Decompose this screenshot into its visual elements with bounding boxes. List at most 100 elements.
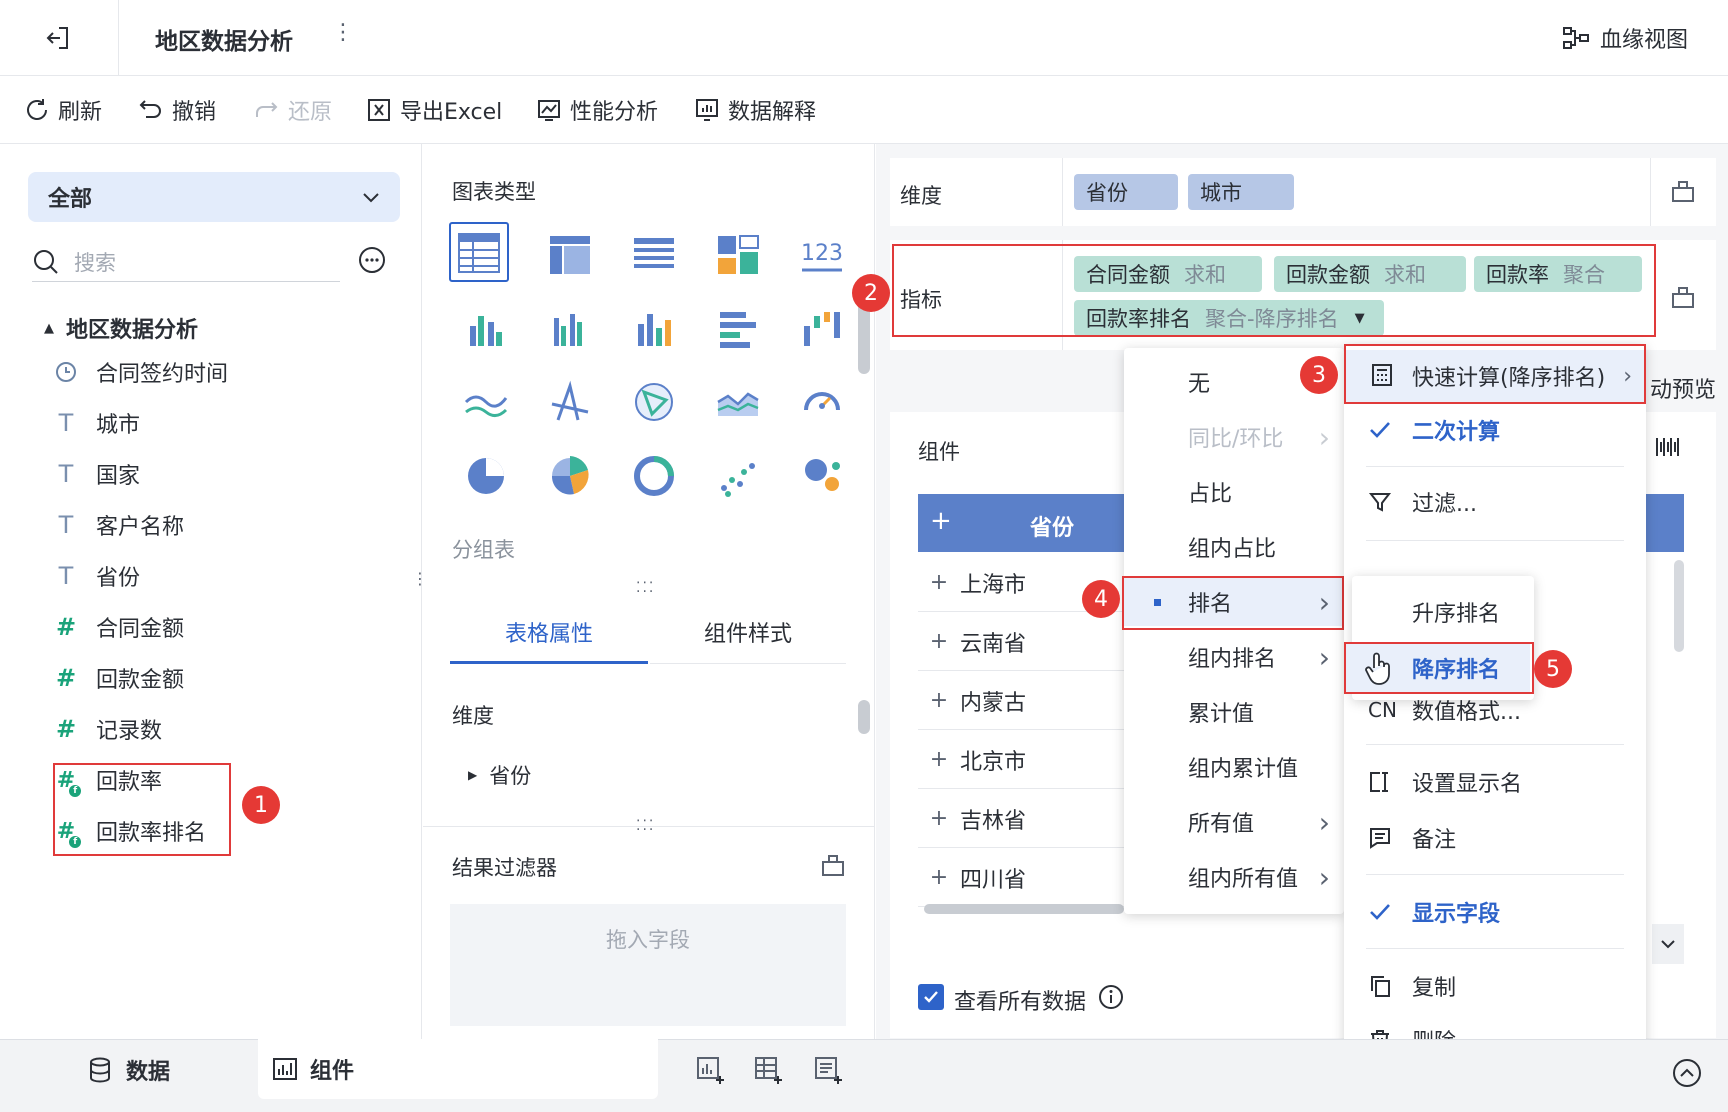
search-box[interactable]: 搜索 [32, 242, 340, 282]
radar-chart-icon[interactable] [542, 374, 598, 430]
rose-chart-icon[interactable] [542, 448, 598, 504]
table-vscrollbar[interactable] [1674, 560, 1684, 652]
rename-item[interactable]: 设置显示名 [1344, 758, 1646, 806]
undo-icon [138, 97, 164, 123]
field-item[interactable]: T 国家 [52, 454, 140, 494]
filter-drop-zone[interactable]: 拖入字段 [450, 904, 846, 1026]
field-item[interactable]: T 省份 [52, 556, 140, 596]
asc-rank-item[interactable]: 升序排名 [1352, 588, 1534, 636]
step-badge-5: 5 [1534, 650, 1572, 688]
dimension-tag-city[interactable]: 城市 [1188, 174, 1294, 210]
line-chart-icon[interactable] [458, 374, 514, 430]
note-item[interactable]: 备注 [1344, 814, 1646, 862]
gauge-chart-icon[interactable] [794, 374, 850, 430]
copy-item[interactable]: 复制 [1344, 962, 1646, 1010]
field-item[interactable]: # 合同金额 [52, 607, 184, 647]
column-chart-icon[interactable] [626, 300, 682, 356]
expand-row-icon[interactable]: + [918, 865, 960, 890]
undo-button[interactable]: 撤销 [138, 94, 216, 126]
collapse-up-icon[interactable] [1672, 1058, 1702, 1088]
expand-row-icon[interactable]: + [918, 806, 960, 831]
table-row[interactable]: + 云南省 [918, 613, 1128, 671]
expand-row-icon[interactable]: + [918, 570, 960, 595]
quick-calc-option[interactable]: 所有值 › [1124, 798, 1344, 846]
tab-component-style[interactable]: 组件样式 [650, 612, 846, 664]
pie-chart-icon[interactable] [458, 448, 514, 504]
more-icon[interactable]: ⋮ [332, 20, 354, 45]
secondary-calc-item[interactable]: 二次计算 [1344, 406, 1646, 454]
quick-calc-option[interactable]: 占比 [1124, 468, 1344, 516]
quick-calc-option[interactable]: 组内所有值 › [1124, 853, 1344, 901]
data-explain-button[interactable]: 数据解释 [694, 94, 816, 126]
ring-chart-icon[interactable] [626, 448, 682, 504]
auto-preview-label[interactable]: 动预览 [1650, 372, 1716, 404]
quick-calc-option-label: 累计值 [1188, 702, 1255, 727]
show-field-label: 显示字段 [1412, 902, 1501, 927]
waterfall-icon[interactable] [794, 300, 850, 356]
horizontal-bar-icon[interactable] [710, 300, 766, 356]
table-row[interactable]: + 北京市 [918, 731, 1128, 789]
dimension-settings-icon[interactable] [1670, 178, 1696, 204]
quick-calc-option[interactable]: 组内累计值 [1124, 743, 1344, 791]
show-field-item[interactable]: 显示字段 [1344, 888, 1646, 936]
tree-root[interactable]: ▲ 地区数据分析 [44, 312, 198, 344]
kpi-grid-icon[interactable] [710, 226, 766, 282]
expand-row-icon[interactable]: + [918, 747, 960, 772]
quick-calc-option[interactable]: 组内排名 › [1124, 633, 1344, 681]
lineage-view-button[interactable]: 血缘视图 [1562, 22, 1688, 54]
stacked-bar-icon[interactable] [542, 300, 598, 356]
crosstab-chart-icon[interactable] [542, 226, 598, 282]
expand-row-icon[interactable]: + [918, 688, 960, 713]
barcode-icon[interactable] [1654, 434, 1680, 460]
more-options-icon[interactable] [358, 246, 386, 274]
dimension-row [890, 158, 1716, 226]
quick-calc-option[interactable]: 组内占比 [1124, 523, 1344, 571]
tab-component[interactable]: 组件 [258, 1039, 658, 1099]
top-bar: 地区数据分析 ⋮ 血缘视图 [0, 0, 1728, 76]
performance-button[interactable]: 性能分析 [536, 94, 658, 126]
view-all-checkbox[interactable] [918, 984, 944, 1010]
refresh-button[interactable]: 刷新 [24, 94, 102, 126]
dimension-tag-province[interactable]: 省份 [1074, 174, 1178, 210]
tab-data[interactable]: 数据 [88, 1054, 170, 1086]
filter-item[interactable]: 过滤... [1344, 478, 1646, 526]
add-table-icon[interactable] [754, 1056, 784, 1084]
field-item[interactable]: # 记录数 [52, 709, 162, 749]
add-chart-icon[interactable] [696, 1056, 726, 1084]
tab-table-props[interactable]: 表格属性 [450, 612, 648, 664]
area-chart-icon[interactable] [710, 374, 766, 430]
mid-dimension-item[interactable]: ▶ 省份 [468, 760, 531, 790]
mid-scrollbar[interactable] [858, 700, 870, 734]
table-row[interactable]: + 内蒙古 [918, 672, 1128, 730]
bubble-chart-icon[interactable] [794, 448, 850, 504]
page-title: 地区数据分析 [155, 29, 293, 55]
detail-table-icon[interactable] [626, 226, 682, 282]
field-item[interactable]: 合同签约时间 [52, 352, 228, 392]
collapse-toggle[interactable] [1652, 924, 1684, 964]
export-excel-button[interactable]: 导出Excel [366, 94, 502, 126]
table-hscrollbar[interactable] [924, 904, 1124, 914]
filter-settings-icon[interactable] [820, 852, 846, 878]
info-icon[interactable] [1098, 984, 1124, 1010]
scatter-chart-icon[interactable] [710, 448, 766, 504]
table-row[interactable]: + 吉林省 [918, 790, 1128, 848]
table-row[interactable]: + 四川省 [918, 849, 1128, 907]
grouped-bar-icon[interactable] [458, 300, 514, 356]
add-text-icon[interactable] [814, 1056, 844, 1084]
funnel-chart-icon[interactable] [626, 374, 682, 430]
redo-button[interactable]: 还原 [254, 94, 332, 126]
field-item[interactable]: # 回款金额 [52, 658, 184, 698]
number-card-icon[interactable]: 123 [794, 226, 850, 282]
table-chart-icon[interactable] [449, 222, 509, 282]
field-item[interactable]: T 客户名称 [52, 505, 184, 545]
scope-dropdown[interactable]: 全部 [28, 172, 400, 222]
text-type-icon: T [58, 460, 74, 488]
quick-calc-option[interactable]: 同比/环比 › [1124, 413, 1344, 461]
quick-calc-option[interactable]: 累计值 [1124, 688, 1344, 736]
expand-row-icon[interactable]: + [918, 629, 960, 654]
expand-all-icon[interactable]: + [930, 506, 952, 536]
drag-handle[interactable]: ⁚⁚⁚ [636, 580, 655, 596]
measure-settings-icon[interactable] [1670, 284, 1696, 310]
field-item[interactable]: T 城市 [52, 403, 140, 443]
exit-icon[interactable] [42, 22, 74, 54]
